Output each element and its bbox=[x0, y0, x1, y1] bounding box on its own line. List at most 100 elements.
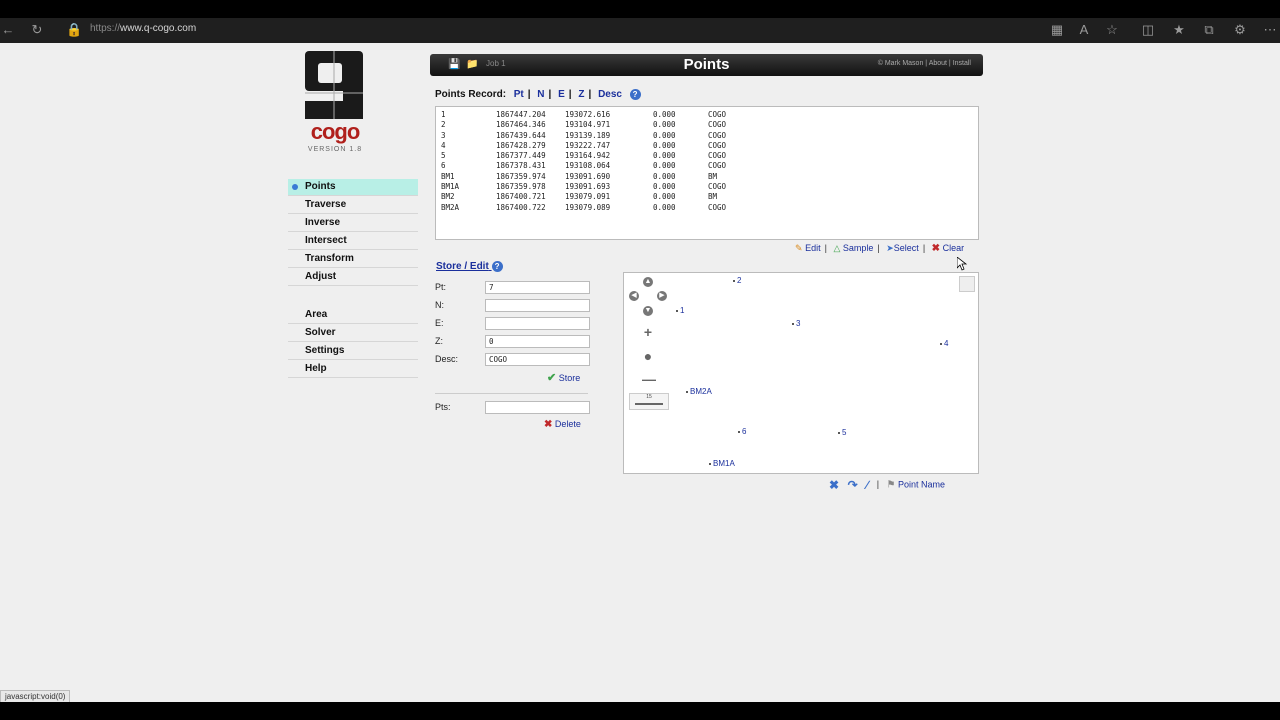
nav-item-help[interactable]: Help bbox=[288, 361, 418, 378]
clear-map-icon[interactable]: ✖ bbox=[829, 478, 839, 492]
help-icon[interactable]: ? bbox=[629, 89, 641, 100]
points-record-heading: Points Record: Pt | N | E | Z | Desc ? bbox=[435, 89, 641, 100]
e-label: E: bbox=[435, 318, 444, 328]
record-cell: 193104.971 bbox=[565, 120, 611, 130]
record-cell: BM bbox=[708, 192, 718, 202]
logo-wordmark: cogo bbox=[310, 119, 361, 144]
mouse-cursor-icon bbox=[957, 257, 967, 271]
z-input[interactable]: 0 bbox=[485, 335, 590, 348]
sample-label: Sample bbox=[842, 243, 874, 253]
line-tool-icon[interactable]: ∕ bbox=[866, 478, 868, 492]
favorite-star-icon[interactable]: ☆ bbox=[1104, 22, 1120, 38]
record-actions: ✎ Edit | △ Sample | ➤Select | ✖ Clear bbox=[795, 243, 965, 254]
record-cell: 3 bbox=[441, 130, 446, 140]
select-button[interactable]: ➤Select bbox=[886, 243, 919, 254]
record-cell: 1 bbox=[441, 110, 446, 119]
nav-label: Adjust bbox=[305, 271, 337, 282]
map-point[interactable]: BM2A bbox=[686, 387, 712, 396]
arc-tool-icon[interactable]: ↷ bbox=[848, 478, 858, 492]
zoom-out-icon[interactable]: — bbox=[642, 372, 656, 386]
sort-n-link[interactable]: N bbox=[537, 89, 544, 100]
edit-button[interactable]: ✎ Edit bbox=[795, 243, 821, 254]
active-bullet-icon bbox=[292, 184, 298, 190]
browser-toolbar: ← ↻ 🔒 https://www.q-cogo.com ▦ A ☆ ◫ ★ ⧉… bbox=[0, 18, 1280, 43]
expand-icon[interactable] bbox=[959, 276, 975, 292]
split-screen-icon[interactable]: ◫ bbox=[1140, 22, 1156, 38]
pencil-icon: ✎ bbox=[795, 243, 803, 253]
point-label: 3 bbox=[796, 319, 801, 328]
n-input[interactable] bbox=[485, 299, 590, 312]
back-icon[interactable]: ← bbox=[0, 22, 16, 38]
read-aloud-icon[interactable]: A bbox=[1076, 22, 1092, 38]
nav-item-traverse[interactable]: Traverse bbox=[288, 197, 418, 214]
q-cogo-logo[interactable]: cogo VERSION 1.8 bbox=[303, 51, 367, 159]
record-cell: BM1A bbox=[441, 182, 460, 192]
nav-item-intersect[interactable]: Intersect bbox=[288, 233, 418, 250]
record-cell: 1867400.722 bbox=[496, 202, 546, 212]
record-row: BM2 1867400.721 193079.091 0.000 BM bbox=[436, 192, 978, 202]
nav-item-solver[interactable]: Solver bbox=[288, 325, 418, 342]
pt-input[interactable]: 7 bbox=[485, 281, 590, 294]
map-point[interactable]: 5 bbox=[838, 428, 846, 437]
favorites-icon[interactable]: ★ bbox=[1171, 22, 1187, 38]
menu-icon[interactable]: ⋯ bbox=[1262, 22, 1278, 38]
sample-button[interactable]: △ Sample bbox=[833, 243, 873, 254]
sort-e-link[interactable]: E bbox=[558, 89, 565, 100]
record-row: 4 1867428.279 193222.747 0.000 COGO bbox=[436, 141, 978, 151]
e-input[interactable] bbox=[485, 317, 590, 330]
address-bar[interactable]: 🔒 https://www.q-cogo.com bbox=[58, 20, 1058, 41]
record-row: 3 1867439.644 193139.189 0.000 COGO bbox=[436, 131, 978, 141]
record-cell: 193139.189 bbox=[565, 130, 611, 140]
pan-up-icon[interactable]: ▲ bbox=[643, 277, 653, 287]
map-point[interactable]: 2 bbox=[733, 276, 741, 285]
nav-item-transform[interactable]: Transform bbox=[288, 251, 418, 268]
map-point[interactable]: BM1A bbox=[709, 459, 735, 468]
install-link[interactable]: Install bbox=[953, 60, 971, 67]
clear-button[interactable]: ✖ Clear bbox=[932, 243, 964, 254]
record-cell: COGO bbox=[708, 151, 727, 161]
about-link[interactable]: About bbox=[929, 60, 947, 67]
points-record-textarea[interactable]: 1 1867447.204 193072.616 0.000 COGO 2 1867464.… bbox=[435, 106, 979, 240]
pan-left-icon[interactable]: ◀ bbox=[629, 291, 639, 301]
point-dot-icon bbox=[792, 322, 794, 325]
nav-item-points[interactable]: Points bbox=[288, 179, 418, 196]
refresh-icon[interactable]: ↻ bbox=[29, 22, 45, 38]
sort-desc-link[interactable]: Desc bbox=[598, 89, 622, 100]
map-point[interactable]: 6 bbox=[738, 427, 746, 436]
pan-right-icon[interactable]: ▶ bbox=[657, 291, 667, 301]
record-cell: 0.000 bbox=[653, 171, 676, 181]
delete-button[interactable]: ✖ Delete bbox=[544, 419, 581, 430]
desc-input[interactable]: COGO bbox=[485, 353, 590, 366]
nav-item-adjust[interactable]: Adjust bbox=[288, 269, 418, 286]
point-dot-icon bbox=[738, 430, 740, 433]
store-edit-heading[interactable]: Store / Edit ? bbox=[436, 261, 503, 272]
map-point[interactable]: 3 bbox=[792, 319, 800, 328]
nav-item-settings[interactable]: Settings bbox=[288, 343, 418, 360]
point-dot-icon bbox=[709, 462, 711, 465]
map-point[interactable]: 4 bbox=[940, 339, 948, 348]
pts-input[interactable] bbox=[485, 401, 590, 414]
map-point[interactable]: 1 bbox=[676, 306, 684, 315]
record-cell: COGO bbox=[708, 161, 727, 171]
url-text: https://www.q-cogo.com bbox=[90, 23, 197, 34]
points-map[interactable]: ▲ ◀ ▶ ▼ + ● — 15 2 1 3 4 BM2A 6 5 BM1A bbox=[623, 272, 979, 474]
sort-pt-link[interactable]: Pt bbox=[514, 89, 524, 100]
store-button[interactable]: ✔ Store bbox=[547, 371, 580, 384]
record-cell: 0.000 bbox=[653, 192, 676, 202]
point-label: 2 bbox=[737, 276, 742, 285]
help-icon[interactable]: ? bbox=[491, 261, 503, 272]
record-cell: BM1 bbox=[441, 171, 455, 181]
record-cell: 0.000 bbox=[653, 151, 676, 161]
nav-item-area[interactable]: Area bbox=[288, 307, 418, 324]
record-cell: 193108.064 bbox=[565, 161, 611, 171]
author-link[interactable]: © Mark Mason bbox=[878, 60, 924, 67]
point-name-toggle[interactable]: Point Name bbox=[898, 479, 945, 489]
zoom-reset-icon[interactable]: ● bbox=[642, 349, 654, 363]
apps-icon[interactable]: ▦ bbox=[1049, 22, 1065, 38]
nav-item-inverse[interactable]: Inverse bbox=[288, 215, 418, 232]
sort-z-link[interactable]: Z bbox=[578, 89, 584, 100]
pan-down-icon[interactable]: ▼ bbox=[643, 306, 653, 316]
extensions-icon[interactable]: ⚙ bbox=[1232, 22, 1248, 38]
zoom-in-icon[interactable]: + bbox=[642, 325, 654, 339]
collections-icon[interactable]: ⧉ bbox=[1201, 22, 1217, 38]
